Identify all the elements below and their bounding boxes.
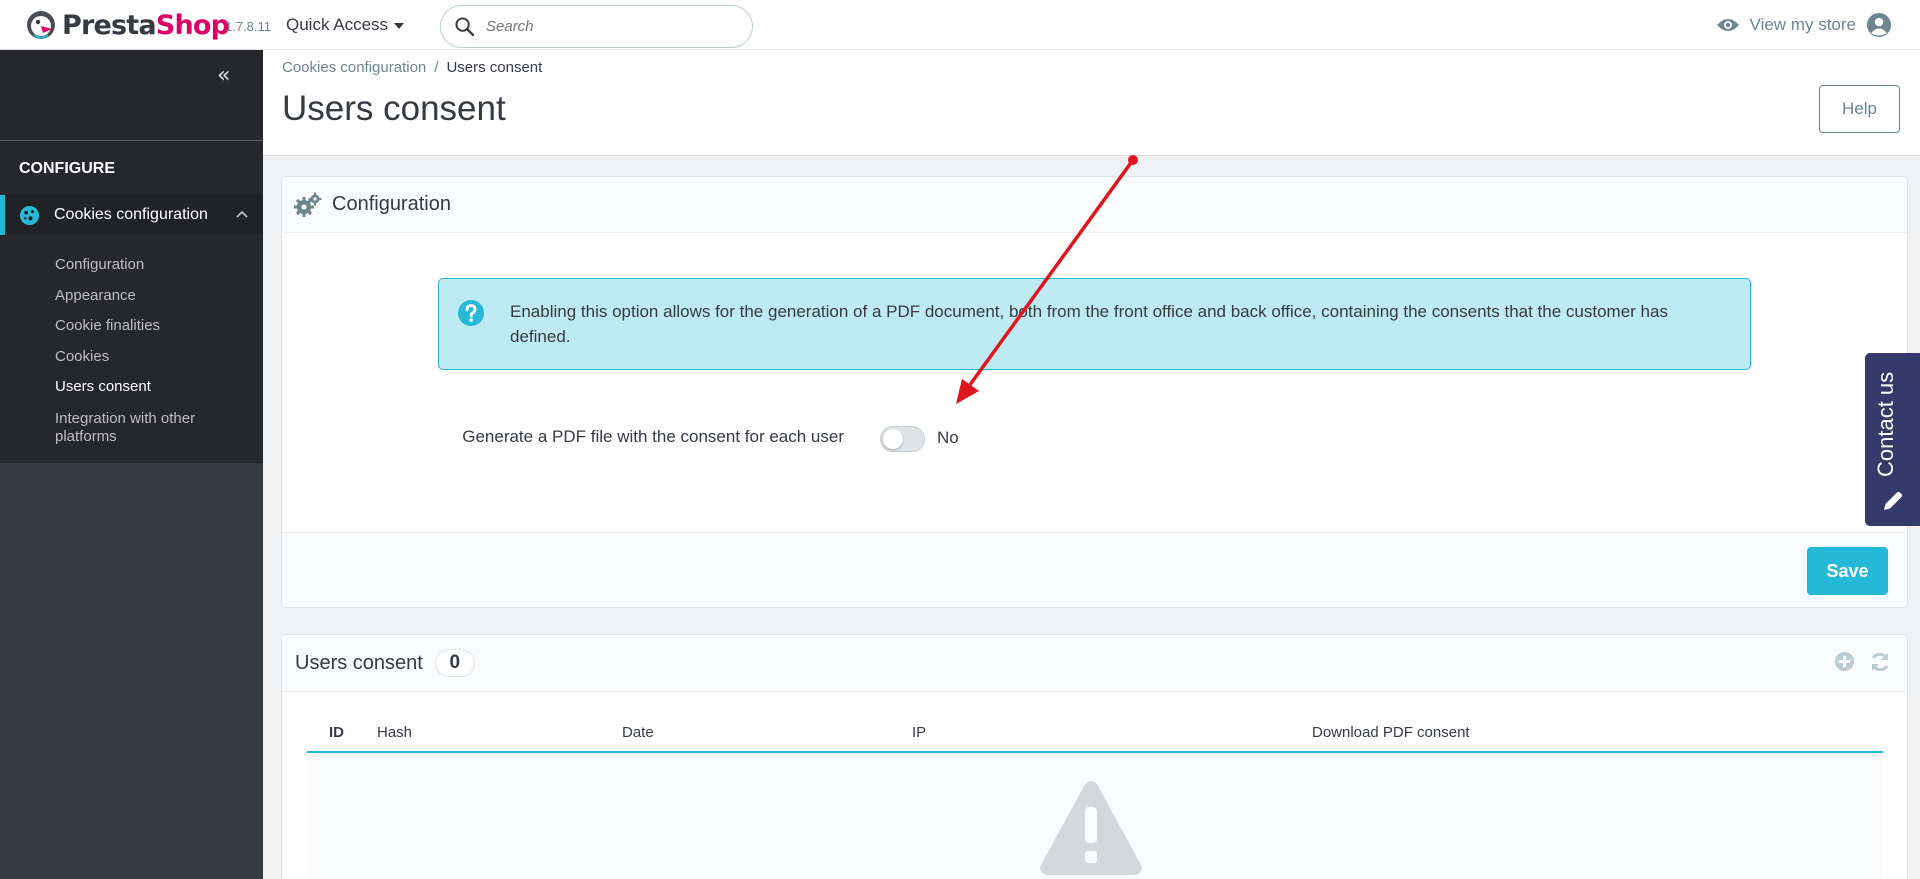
sidebar-item-cookies[interactable]: Cookies [55,342,255,373]
breadcrumb-current: Users consent [446,59,543,76]
page-title: Users consent [282,89,506,128]
plus-circle-icon [1834,651,1855,672]
search-input[interactable] [486,18,736,35]
sidebar-item-cookie-finalities[interactable]: Cookie finalities [55,311,255,342]
puffin-logo-icon [27,11,55,39]
view-store-link[interactable]: View my store [1716,12,1892,38]
sidebar-item-appearance[interactable]: Appearance [55,281,255,312]
cookie-icon [19,205,40,225]
list-toolbar [1834,651,1891,673]
sidebar-submenu: Configuration Appearance Cookie finaliti… [55,250,255,446]
pdf-option-toggle-state: No [937,428,959,447]
view-store-label: View my store [1749,15,1856,34]
eye-icon [1716,19,1739,31]
info-alert-text: Enabling this option allows for the gene… [510,302,1668,346]
question-circle-icon [458,300,484,326]
sidebar-item-integration[interactable]: Integration with other platforms [55,403,255,446]
gears-icon [294,192,322,217]
refresh-list-button[interactable] [1869,651,1891,673]
search-icon [455,17,474,36]
search-box[interactable] [440,5,753,48]
column-header-date[interactable]: Date [622,724,654,741]
sidebar-item-label: Cookies configuration [54,206,208,223]
users-consent-list-panel: Users consent 0 ID Hash Date IP Download… [281,634,1908,879]
pencil-icon [1884,491,1903,510]
sidebar-item-configuration[interactable]: Configuration [55,250,255,281]
breadcrumb: Cookies configuration / Users consent [282,59,542,76]
breadcrumb-parent-link[interactable]: Cookies configuration [282,59,426,76]
top-header: PrestaShop 1.7.8.11 Quick Access View my… [0,0,1920,50]
column-header-ip[interactable]: IP [912,724,926,741]
configuration-panel-footer: Save [282,532,1907,607]
sidebar-divider [0,140,263,141]
sidebar: « CONFIGURE Cookies configuration Config… [0,50,263,879]
caret-down-icon [394,23,405,29]
logo-wordmark: PrestaShop [62,9,230,41]
count-badge: 0 [434,649,475,677]
sidebar-item-cookies-configuration[interactable]: Cookies configuration [0,195,263,235]
sidebar-section-title: CONFIGURE [19,160,115,177]
column-header-hash[interactable]: Hash [377,724,412,741]
warning-triangle-icon [1040,781,1142,875]
table-header: ID Hash Date IP Download PDF consent [307,715,1883,753]
toggle-knob [883,429,903,449]
add-new-button[interactable] [1834,651,1855,673]
pdf-option-label: Generate a PDF file with the consent for… [462,427,844,446]
users-consent-list-heading: Users consent 0 [282,635,1907,692]
column-header-id[interactable]: ID [329,724,344,741]
column-header-download-pdf[interactable]: Download PDF consent [1312,724,1470,741]
info-alert: Enabling this option allows for the gene… [438,278,1751,370]
chevron-up-icon [236,210,248,218]
configuration-panel: Configuration Enabling this option allow… [281,176,1908,608]
empty-table-body [307,753,1883,879]
double-chevron-left-icon[interactable]: « [217,63,230,88]
save-button[interactable]: Save [1807,547,1888,595]
user-circle-icon[interactable] [1866,12,1892,38]
version-label: 1.7.8.11 [225,19,272,34]
quick-access-dropdown[interactable]: Quick Access [286,15,405,35]
help-button[interactable]: Help [1819,85,1900,133]
contact-us-tab[interactable]: Contact us [1865,353,1920,526]
quick-access-label: Quick Access [286,15,389,34]
users-consent-list-title: Users consent [295,651,423,674]
breadcrumb-separator: / [434,59,439,76]
configuration-panel-heading: Configuration [282,177,1907,233]
refresh-icon [1871,652,1889,672]
contact-us-label: Contact us [1873,371,1898,477]
page-header: Cookies configuration / Users consent User… [263,50,1920,156]
configuration-panel-title: Configuration [332,193,451,215]
prestashop-logo[interactable]: PrestaShop [26,9,230,41]
pdf-option-toggle[interactable] [880,426,925,452]
sidebar-item-users-consent[interactable]: Users consent [55,372,255,403]
